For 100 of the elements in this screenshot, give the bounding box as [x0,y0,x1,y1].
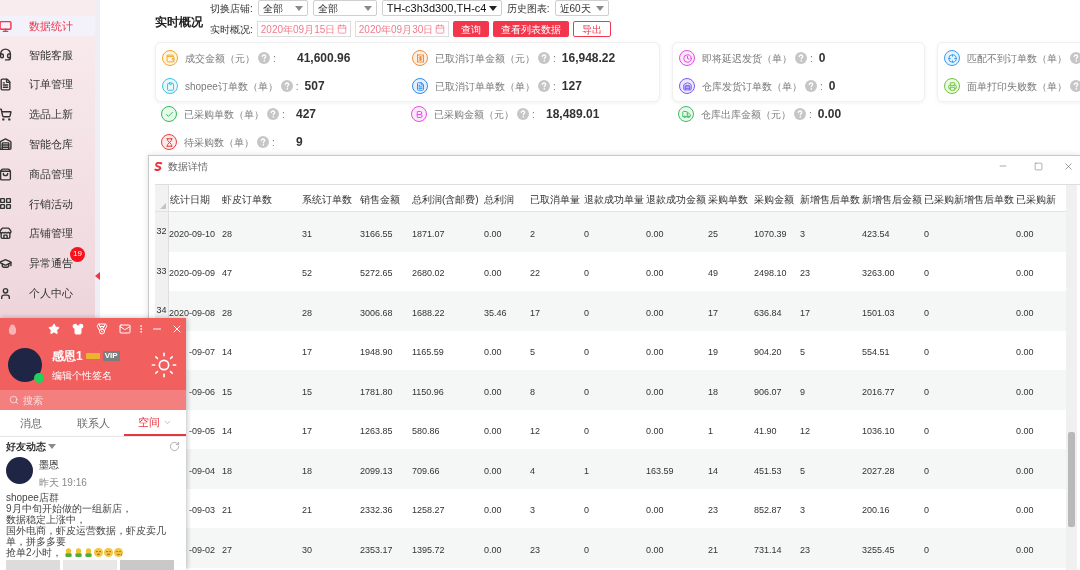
feed-title[interactable]: 好友动态 [6,438,46,454]
stat-label: 仓库出库金额（元） [701,107,791,122]
scrollbar-thumb[interactable] [1068,432,1075,527]
column-header[interactable]: 已取消单量 [530,194,580,205]
column-header[interactable]: 退款成功单量 [584,194,644,205]
nav-item[interactable]: 店铺管理 [0,218,95,249]
table-cell: 23 [708,505,718,516]
post-author[interactable]: 墨恩 [39,457,87,472]
avatar[interactable] [6,457,33,484]
table-cell: 18 [708,386,718,397]
table-cell: 1263.85 [360,426,393,437]
store-select[interactable]: 全部 [312,0,377,16]
help-icon[interactable] [517,108,529,120]
avatar[interactable] [8,348,42,382]
table-cell: 47 [222,268,232,279]
column-header[interactable]: 退款成功金额 [646,194,706,205]
store-select[interactable]: 全部 [257,0,308,16]
nav-item[interactable]: 智能仓库 [0,129,95,160]
column-header[interactable]: 系统订单数 [302,194,352,205]
close-icon[interactable] [171,323,183,335]
table-cell: 0 [924,505,929,516]
store-select[interactable]: TH-c3h3d300,TH-c4 [381,0,502,16]
action-button[interactable]: 导出 [572,21,611,37]
table-cell: 18 [302,465,312,476]
help-icon[interactable] [267,108,279,120]
column-header[interactable]: 总利润(含邮费) [412,194,479,205]
star-icon[interactable] [48,323,60,335]
table-cell: 1258.27 [412,505,445,516]
nav-item[interactable]: 选品上新 [0,99,95,130]
face-emoji-icon [93,548,103,557]
table-cell: 451.53 [754,465,782,476]
table-cell: -09-02 [189,544,215,555]
column-header[interactable]: 统计日期 [170,194,210,205]
column-header[interactable]: 采购单数 [708,194,748,205]
action-button[interactable]: 查询 [452,21,489,37]
stat-value: 16,948.22 [561,50,616,67]
nav-item[interactable]: 商品管理 [0,159,95,189]
help-icon[interactable] [805,80,817,92]
table-cell: 23 [800,544,810,555]
table-cell: 0 [924,544,929,555]
refresh-icon[interactable] [169,440,180,452]
chat-tab[interactable]: 消息 [0,410,62,436]
caret-icon [363,5,372,11]
column-header[interactable]: 新增售后单数 [800,194,860,205]
target-icon [944,50,960,66]
table-cell: 17 [302,347,312,358]
table-cell: 0 [584,347,589,358]
chat-tab[interactable]: 联系人 [62,410,124,436]
nav-item[interactable]: 智能客服 [0,40,95,70]
nav-item[interactable]: 异常通告 19 [0,248,95,279]
table-cell: 21 [302,505,312,516]
table-cell: 17 [800,307,810,318]
column-header[interactable]: 总利润 [484,194,514,205]
column-header[interactable]: 销售金额 [360,194,400,205]
help-icon[interactable] [538,52,550,64]
medal-icon[interactable] [96,323,108,335]
filter-label: 实时概况: [210,22,253,37]
shirt-icon[interactable] [72,323,84,335]
table-cell: 25 [708,228,718,239]
graduation-cap-icon [0,256,12,270]
count-badge: 19 [70,246,85,262]
table-cell: 636.84 [754,307,782,318]
store-icon [0,227,12,241]
stat-label: 面单打印失败数（单） [967,79,1067,94]
warehouse-icon [0,137,12,151]
table-cell: 28 [302,307,312,318]
help-icon[interactable] [257,136,269,148]
logo-icon[interactable] [8,323,17,335]
nav-item[interactable]: 数据统计 [0,16,95,36]
help-icon[interactable] [538,80,550,92]
nav-item[interactable]: 行销活动 [0,189,95,219]
action-button[interactable]: 查看列表数据 [492,21,569,37]
mail-icon[interactable] [119,323,131,335]
close-icon[interactable] [1063,160,1074,172]
help-icon[interactable] [794,108,806,120]
nav-item[interactable]: 订单管理 [0,69,95,100]
column-header[interactable]: 已采购新 [1016,194,1056,205]
table-cell: 0.00 [646,307,664,318]
column-header[interactable]: 虾皮订单数 [222,194,272,205]
column-header[interactable]: 新增售后金额 [862,194,922,205]
table-cell: 0.00 [646,426,664,437]
chat-tab[interactable]: 空间 [124,410,186,436]
table-cell: 3 [800,228,805,239]
help-icon[interactable] [1070,80,1080,92]
column-header[interactable]: 采购金额 [754,194,794,205]
help-icon[interactable] [795,52,807,64]
table-cell: 18 [222,465,232,476]
help-icon[interactable] [258,52,270,64]
sun-icon[interactable] [150,351,178,379]
table-cell: 1871.07 [412,228,445,239]
nav-item[interactable]: 个人中心 [0,278,95,309]
help-icon[interactable] [1070,52,1080,64]
app-logo-icon [154,161,163,171]
column-header[interactable]: 已采购新增售后单数 [924,194,1014,205]
help-icon[interactable] [280,80,293,92]
table-cell: 30 [302,544,312,555]
maximize-icon[interactable] [1034,161,1043,171]
collapse-arrow-icon[interactable] [95,272,100,280]
history-select[interactable]: 近60天 [554,0,609,16]
table-cell: 731.14 [754,544,782,555]
